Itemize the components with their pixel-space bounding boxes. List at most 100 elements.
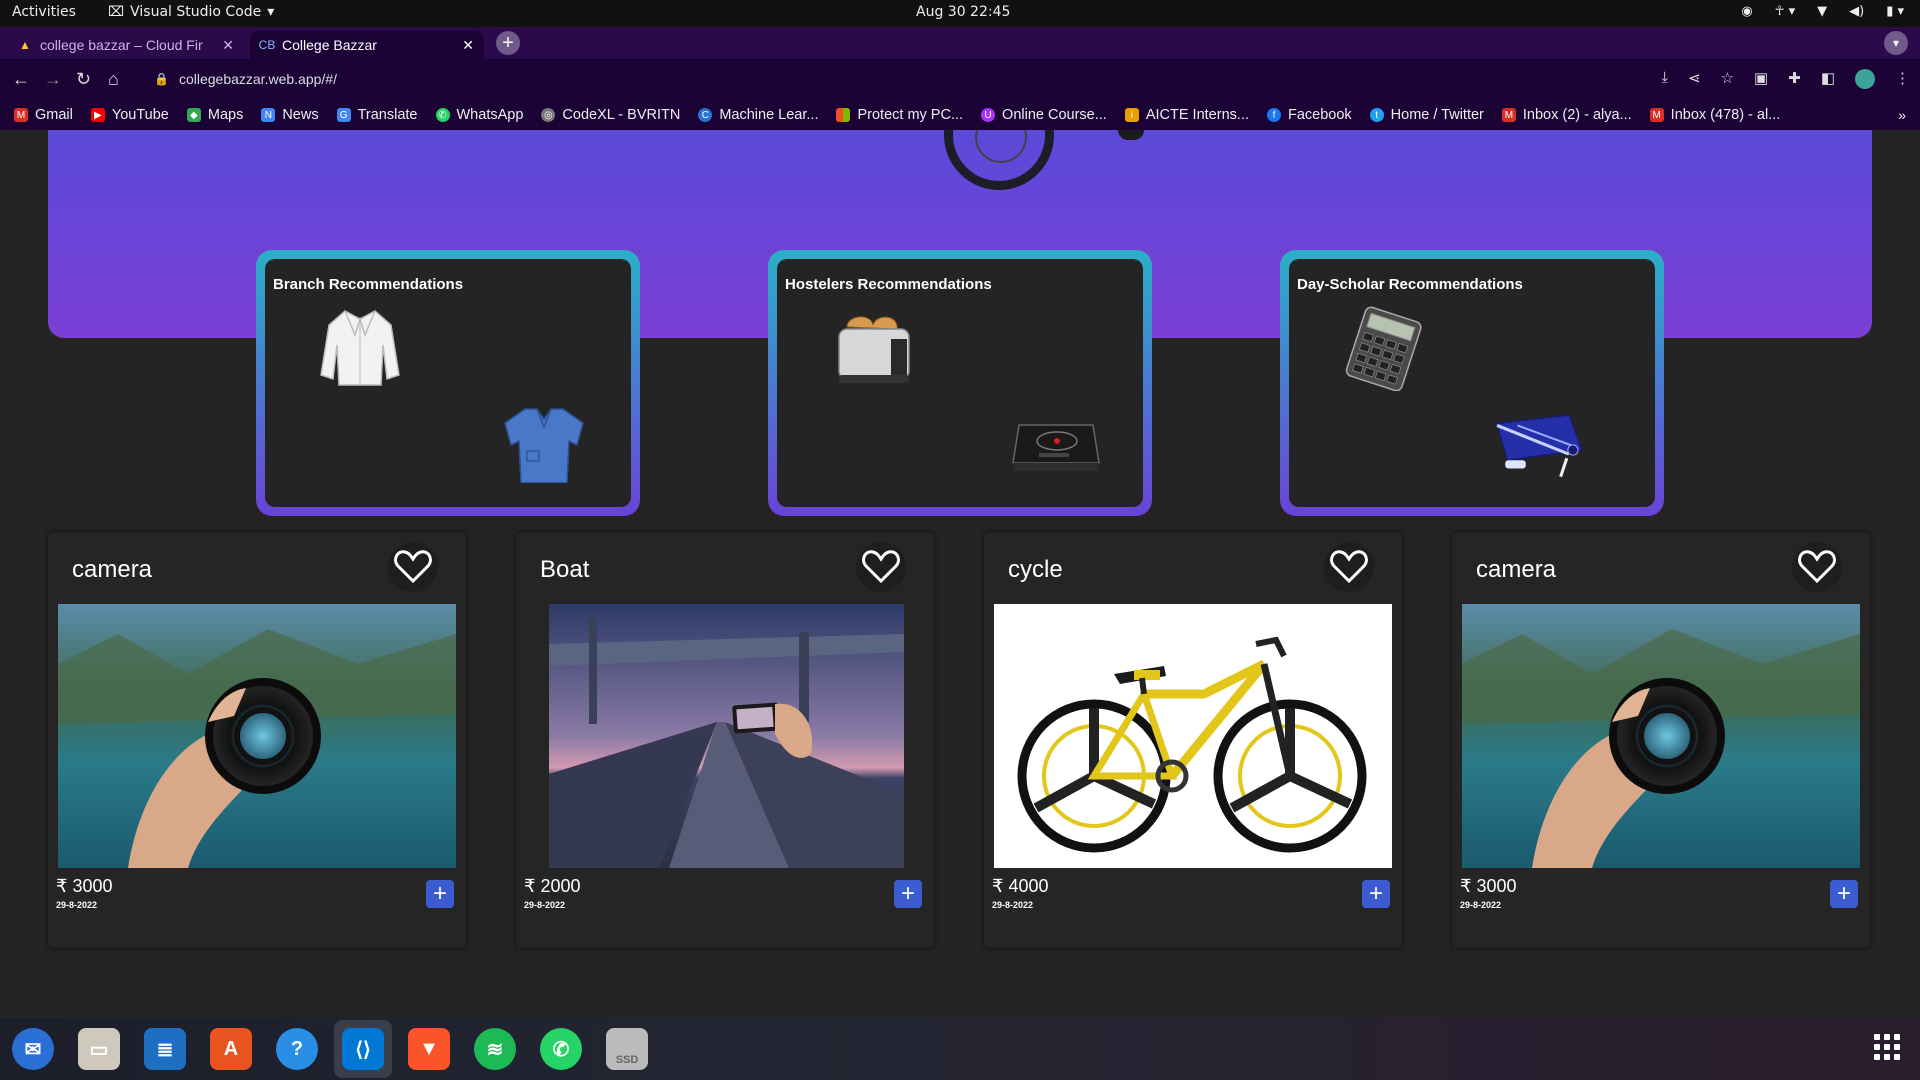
home-icon[interactable]: ⌂ [108, 69, 119, 90]
help-icon[interactable]: ? [276, 1028, 318, 1070]
bookmark-translate[interactable]: G Translate [336, 107, 418, 123]
reload-icon[interactable]: ↻ [76, 69, 91, 90]
product-card-cycle[interactable]: cycle ₹ 4000 29-8-2022 + [984, 532, 1402, 948]
add-to-cart-button[interactable]: + [894, 880, 922, 908]
bookmark-label: Inbox (2) - alya... [1522, 107, 1632, 123]
menu-icon[interactable]: ⋮ [1895, 69, 1910, 89]
firebase-icon: ▲ [19, 38, 31, 52]
close-icon[interactable]: ✕ [222, 37, 234, 54]
bookmark-facebook[interactable]: f Facebook [1266, 107, 1352, 123]
star-icon[interactable]: ☆ [1721, 69, 1734, 89]
tab-title: College Bazzar [282, 37, 377, 53]
files-icon[interactable]: ▭ [78, 1028, 120, 1070]
induction-stove-image [1012, 424, 1100, 471]
battery-icon[interactable]: ▮ ▾ [1886, 4, 1904, 19]
product-image-camera-lens [58, 604, 456, 868]
ssd-icon[interactable]: SSD [606, 1028, 648, 1070]
chevron-right-icon[interactable]: » [1898, 107, 1906, 123]
bookmark-label: News [282, 107, 319, 123]
bookmark-aicte[interactable]: i AICTE Interns... [1124, 107, 1249, 123]
activities-button[interactable]: Activities [12, 4, 76, 20]
tab-title: college bazzar – Cloud Fir [40, 37, 203, 53]
product-name: camera [1476, 556, 1557, 583]
bookmark-machine-learning[interactable]: C Machine Lear... [698, 107, 818, 123]
hostelers-recommendations-card[interactable]: Hostelers Recommendations [768, 250, 1152, 516]
globe-icon: ◎ [541, 108, 556, 122]
product-name: Boat [540, 556, 590, 583]
tab-firebase[interactable]: ▲ college bazzar – Cloud Fir ✕ [8, 31, 244, 59]
bookmark-label: AICTE Interns... [1145, 107, 1249, 123]
puzzle-icon[interactable]: ✚ [1788, 69, 1801, 89]
wishlist-button[interactable] [1324, 542, 1374, 592]
bookmark-maps[interactable]: ◆ Maps [186, 107, 243, 123]
app-menu[interactable]: ⌧ Visual Studio Code ▾ [108, 4, 274, 20]
system-top-bar: Activities ⌧ Visual Studio Code ▾ Aug 30… [0, 0, 1920, 27]
bookmark-youtube[interactable]: ▶ YouTube [90, 107, 169, 123]
branch-recommendations-card[interactable]: Branch Recommendations [256, 250, 640, 516]
bookmark-label: WhatsApp [456, 107, 524, 123]
clock[interactable]: Aug 30 22:45 [916, 4, 1010, 20]
day-scholar-recommendations-card[interactable]: Day-Scholar Recommendations [1280, 250, 1664, 516]
heart-icon [1330, 550, 1368, 584]
writer-icon[interactable]: ≣ [144, 1028, 186, 1070]
bookmark-gmail[interactable]: M Gmail [14, 107, 73, 123]
bookmark-protect-pc[interactable]: Protect my PC... [836, 107, 963, 123]
add-to-cart-button[interactable]: + [426, 880, 454, 908]
whatsapp-tray-icon[interactable]: ◉ [1741, 4, 1752, 19]
bookmark-whatsapp[interactable]: ✆ WhatsApp [435, 107, 524, 123]
bookmark-inbox-478[interactable]: M Inbox (478) - al... [1649, 107, 1780, 123]
bookmark-news[interactable]: N News [261, 107, 319, 123]
facebook-icon: f [1266, 108, 1281, 122]
recommendation-title: Branch Recommendations [273, 276, 464, 293]
translate-icon: G [336, 108, 351, 122]
calculator-image [1345, 306, 1422, 391]
product-name: cycle [1008, 556, 1063, 583]
vscode-small-icon: ⌧ [108, 4, 125, 20]
accessibility-icon[interactable]: ☥ ▾ [1775, 4, 1795, 19]
spotify-icon[interactable]: ≋ [474, 1028, 516, 1070]
show-apps-icon[interactable] [1874, 1034, 1900, 1060]
bookmark-inbox-2[interactable]: M Inbox (2) - alya... [1501, 107, 1632, 123]
add-to-cart-button[interactable]: + [1830, 880, 1858, 908]
bookmark-label: Translate [357, 107, 418, 123]
thunderbird-icon[interactable]: ✉ [12, 1028, 54, 1070]
wishlist-button[interactable] [856, 542, 906, 592]
product-image-bridge-road [549, 604, 904, 868]
tab-search-button[interactable]: ▾ [1884, 31, 1908, 55]
product-card-camera[interactable]: camera ₹ 3000 29-8-2022 + [48, 532, 466, 948]
dock: ✉ ▭ ≣ A ? ⟨⟩ ▼ ≋ ✆ SSD [0, 1018, 1920, 1080]
software-icon[interactable]: A [210, 1028, 252, 1070]
whatsapp-icon[interactable]: ✆ [540, 1028, 582, 1070]
coursera-icon: C [698, 108, 713, 122]
brave-icon[interactable]: ▼ [408, 1028, 450, 1070]
forward-arrow-icon[interactable]: → [44, 69, 62, 90]
sidepanel-icon[interactable]: ◧ [1821, 69, 1835, 89]
product-card-boat[interactable]: Boat ₹ 2000 29-8-2022 + [516, 532, 934, 948]
lock-icon[interactable]: 🔒 [154, 72, 169, 86]
bookmark-label: Gmail [35, 107, 73, 123]
close-icon[interactable]: ✕ [462, 37, 474, 54]
network-icon[interactable]: ▼ [1817, 4, 1827, 19]
install-icon[interactable]: ⤓ [1661, 69, 1668, 89]
system-tray[interactable]: ◉ ☥ ▾ ▼ ◀) ▮ ▾ [1741, 4, 1904, 19]
bookmark-label: Home / Twitter [1390, 107, 1484, 123]
wishlist-button[interactable] [1792, 542, 1842, 592]
bookmark-online-course[interactable]: U Online Course... [981, 107, 1107, 123]
address-bar[interactable]: 🔒 collegebazzar.web.app/#/ [146, 64, 1716, 94]
new-tab-button[interactable]: + [496, 31, 520, 55]
share-icon[interactable]: ⋖ [1688, 69, 1701, 89]
bookmark-codexl[interactable]: ◎ CodeXL - BVRITN [541, 107, 680, 123]
back-arrow-icon[interactable]: ← [12, 69, 30, 90]
bookmark-twitter[interactable]: t Home / Twitter [1369, 107, 1484, 123]
profile-avatar[interactable] [1855, 69, 1875, 89]
add-to-cart-button[interactable]: + [1362, 880, 1390, 908]
vscode-icon[interactable]: ⟨⟩ [342, 1028, 384, 1070]
extension-b-icon[interactable]: ▣ [1754, 69, 1768, 89]
product-date: 29-8-2022 [992, 900, 1034, 910]
volume-icon[interactable]: ◀) [1849, 4, 1864, 19]
tab-college-bazzar[interactable]: CB College Bazzar ✕ [250, 31, 484, 59]
product-image-bicycle [994, 604, 1392, 868]
product-card-camera-2[interactable]: camera ₹ 3000 29-8-2022 + [1452, 532, 1870, 948]
whatsapp-icon: ✆ [435, 108, 450, 122]
wishlist-button[interactable] [388, 542, 438, 592]
